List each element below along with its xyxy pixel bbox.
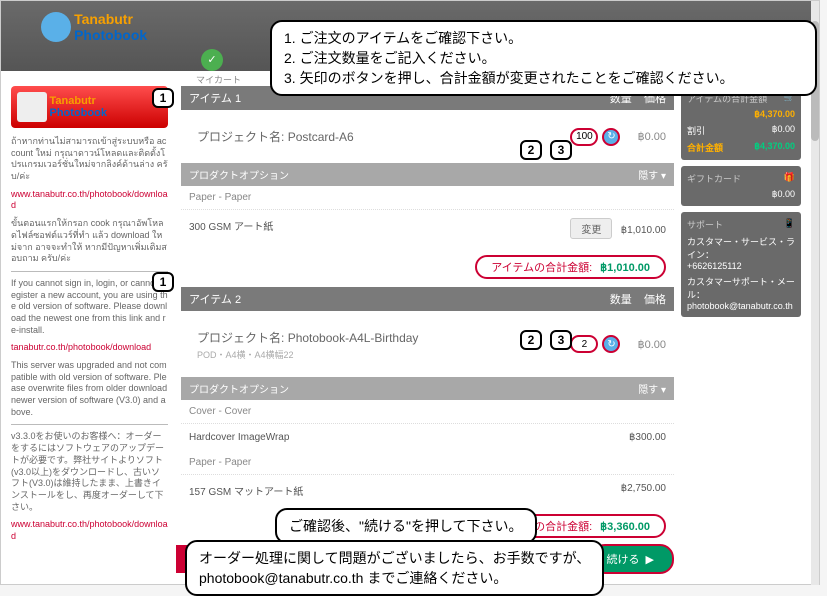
quantity-input[interactable] [570,335,598,353]
toggle-label: 隠す [638,385,658,396]
option-label: プロダクトオプション [189,381,289,396]
badge-3: 3 [550,140,572,160]
sidebar-logo-card: TanabutrPhotobook [11,86,168,128]
items-area: アイテム 1 数量 価格 プロジェクト名: Postcard-A6 ↻ ฿0.0… [181,86,674,546]
sidebar-text: v3.3.0をお使いのお客様へ：オーダーをするにはソフトウェアのアップデートが必… [11,431,168,513]
sidebar-link[interactable]: www.tanabutr.co.th/photobook/download [11,519,168,542]
total-value: ฿4,370.00 [754,141,795,154]
quantity-input[interactable] [570,128,598,146]
play-icon: ▶ [646,553,654,566]
sidebar-logo-icon [17,92,47,122]
option-bar[interactable]: プロダクトオプション 隠す ▾ [181,377,674,400]
support-line: カスタマーサポート・メール： [687,275,795,301]
callout-instructions: 1. ご注文のアイテムをご確認下さい。 2. ご注文数量をご記入ください。 3.… [270,20,817,96]
project-sub: POD・A4横・A4横幅22 [189,348,426,369]
badge-1: 1 [152,272,174,292]
discount-value: ฿0.00 [772,124,795,137]
divider [11,424,168,425]
summary-card: アイテムの合計金額🛒 ฿4,370.00 割引฿0.00 合計金額฿4,370.… [681,86,801,160]
item-price: ฿0.00 [638,338,666,351]
support-phone: +6626125112 [687,261,795,271]
badge-2: 2 [520,330,542,350]
cart-check-icon: ✓ [201,49,223,71]
gift-icon: 🎁 [784,172,795,185]
sidebar-link[interactable]: www.tanabutr.co.th/photobook/download [11,189,168,212]
phone-icon: 📱 [784,218,795,231]
sidebar-text: If you cannot sign in, login, or cannot … [11,278,168,336]
support-line: カスタマー・サービス・ライン： [687,235,795,261]
badge-1: 1 [152,88,174,108]
logo: TanabutrPhotobook [41,11,147,43]
chevron-down-icon: ▾ [661,385,666,396]
paper-name: 300 GSM アート紙 [189,218,273,239]
subtotal-row: アイテムの合計金額: ฿1,010.00 [181,247,674,287]
col-price: 価格 [644,294,666,306]
subtotal-value: ฿1,010.00 [600,262,650,274]
chevron-down-icon: ▾ [661,171,666,182]
cart-label: マイカート [196,73,241,86]
item-block: プロジェクト名: Postcard-A6 ↻ ฿0.00 プロダクトオプション … [181,110,674,287]
total-label: 合計金額 [687,141,723,154]
gift-card: ギフトカード 🎁 ฿0.00 [681,166,801,206]
paper-category: Paper - Paper [181,186,674,210]
callout-continue: ご確認後、"続ける"を押して下さい。 [275,508,537,544]
subtotal-value: ฿3,360.00 [600,521,650,533]
support-card: サポート 📱 カスタマー・サービス・ライン： +6626125112 カスタマーサ… [681,212,801,317]
badge-2: 2 [520,140,542,160]
sidebar-text: ถ้าหากท่านไม่สามารถเข้าสู่ระบบหรือ accou… [11,136,168,183]
item-bar-label: アイテム 2 [189,291,241,307]
item-header-bar: アイテム 2 数量 価格 [181,287,674,311]
refresh-button[interactable]: ↻ [602,335,620,353]
sidebar: TanabutrPhotobook ถ้าหากท่านไม่สามารถเข้… [11,86,176,549]
support-title: サポート [687,218,723,231]
paper-name: 157 GSM マットアート紙 [189,483,303,498]
project-name: プロジェクト名: Photobook-A4L-Birthday [189,319,426,348]
gift-title: ギフトカード [687,172,741,185]
callout-contact: オーダー処理に関して問題がございましたら、お手数ですが、 photobook@t… [185,540,604,596]
gift-value: ฿0.00 [772,189,795,200]
col-qty: 数量 [610,294,632,306]
paper-category: Paper - Paper [181,451,674,475]
paper-price: ฿2,750.00 [621,483,666,498]
sidebar-text: This server was upgraded and not compati… [11,360,168,418]
logo-icon [41,12,71,42]
paper-price: ฿1,010.00 [621,225,666,236]
sidebar-link[interactable]: tanabutr.co.th/photobook/download [11,342,168,354]
divider [11,271,168,272]
logo-text: TanabutrPhotobook [74,11,147,43]
summary-column: アイテムの合計金額🛒 ฿4,370.00 割引฿0.00 合計金額฿4,370.… [681,86,801,323]
item-bar-label: アイテム 1 [189,90,241,106]
support-email: photobook@tanabutr.co.th [687,301,795,311]
discount-label: 割引 [687,124,705,137]
project-name: プロジェクト名: Postcard-A6 [189,118,362,155]
option-label: プロダクトオプション [189,167,289,182]
cover-price: ฿300.00 [629,432,666,443]
change-button[interactable]: 変更 [570,218,612,239]
summary-items-total: ฿4,370.00 [754,109,795,120]
sidebar-text: ขั้นตอนแรกให้กรอก cook กรุณาอัพโหลดไฟล์ซ… [11,218,168,265]
toggle-label: 隠す [638,171,658,182]
content-area: TanabutrPhotobook ถ้าหากท่านไม่สามารถเข้… [11,86,809,574]
option-bar[interactable]: プロダクトオプション 隠す ▾ [181,163,674,186]
cover-category: Cover - Cover [181,400,674,424]
subtotal-label: アイテムの合計金額: [491,262,592,274]
cover-name: Hardcover ImageWrap [189,432,289,443]
refresh-button[interactable]: ↻ [602,128,620,146]
badge-3: 3 [550,330,572,350]
item-price: ฿0.00 [638,130,666,143]
